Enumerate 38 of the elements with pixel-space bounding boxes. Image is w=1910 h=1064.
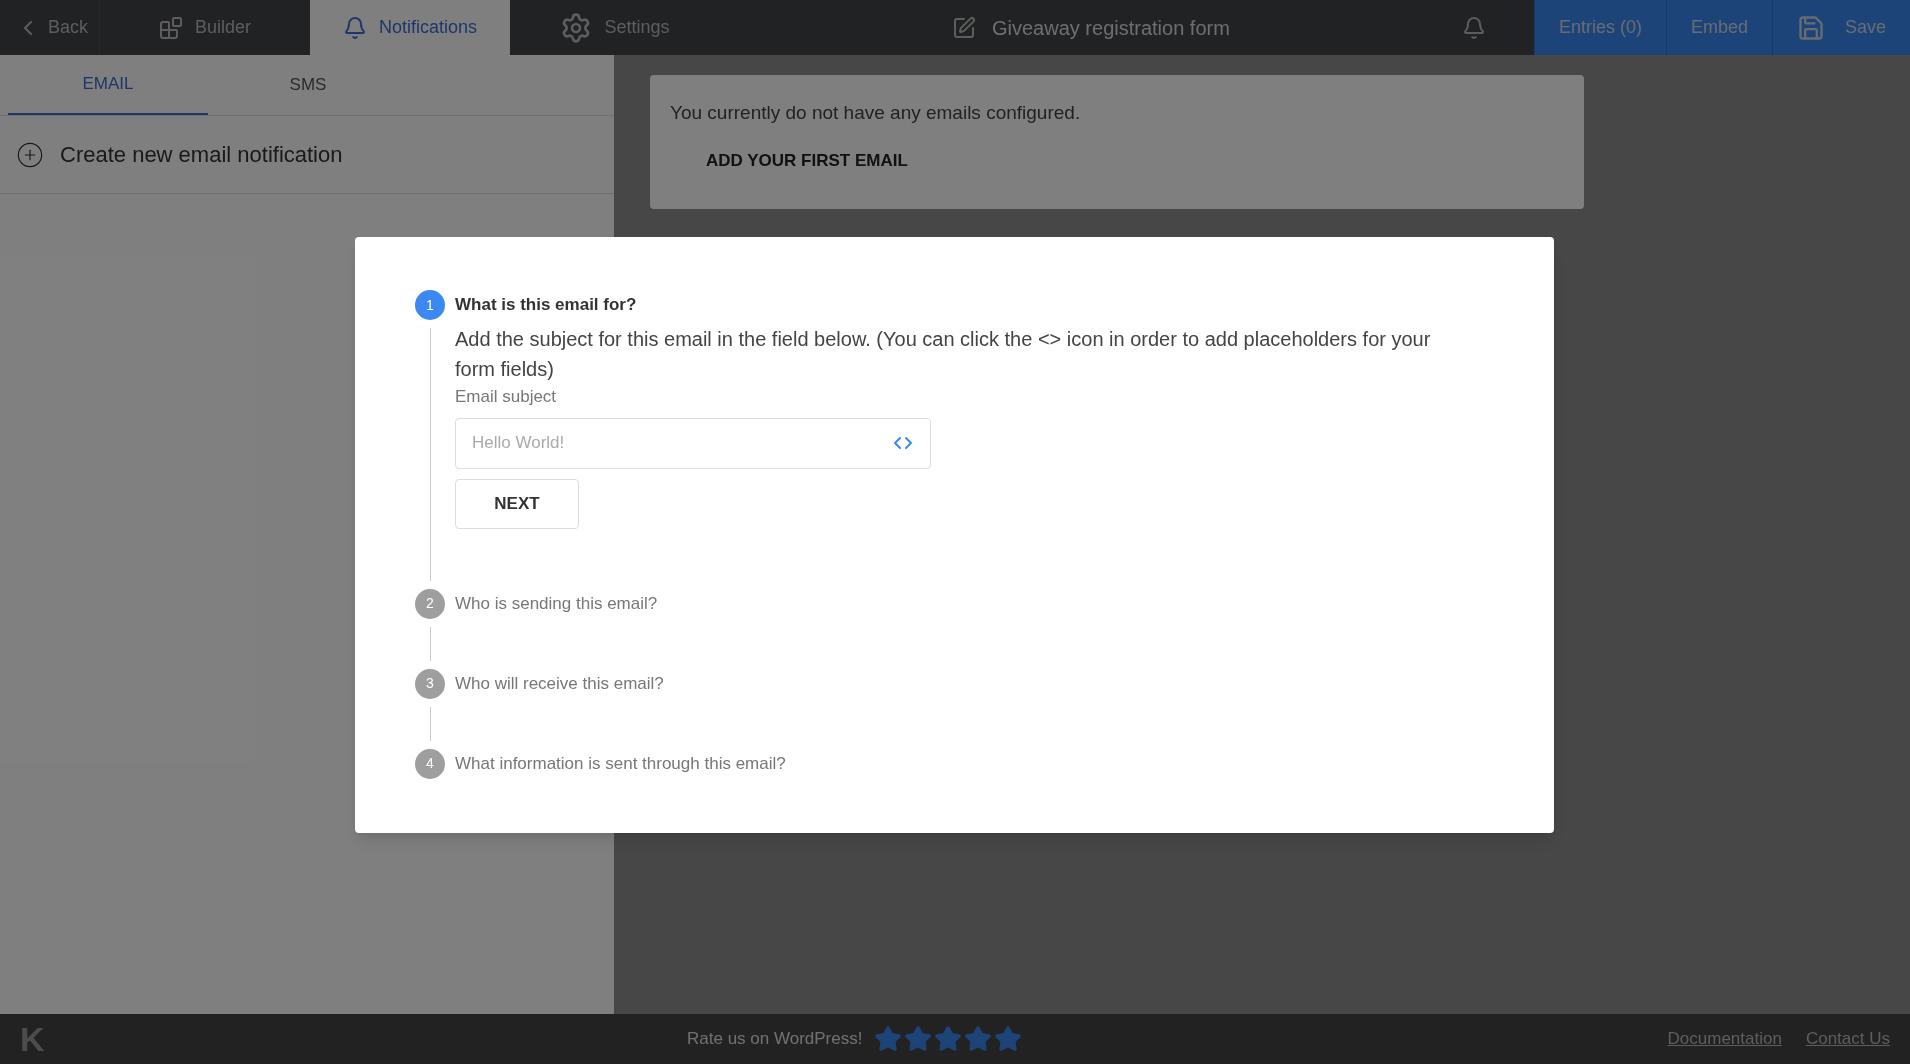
- step-number: 1: [415, 290, 445, 320]
- star-icon[interactable]: [874, 1025, 903, 1053]
- rate-text: Rate us on WordPress!: [687, 1028, 863, 1051]
- footer-link[interactable]: Contact Us: [1805, 1026, 1890, 1052]
- plus-circle-icon: [16, 140, 44, 169]
- step-number: 2: [415, 588, 445, 619]
- bell-icon: [342, 15, 367, 40]
- star-icon[interactable]: [994, 1025, 1023, 1053]
- create-notification-button[interactable]: Create new email notification: [0, 116, 614, 194]
- footer-link[interactable]: Documentation: [1667, 1026, 1782, 1052]
- next-button[interactable]: NEXT: [455, 478, 579, 529]
- channel-tab[interactable]: EMAIL: [8, 55, 208, 115]
- step-description: Add the subject for this email in the field below. (You can click the <> icon in order to add placeholders for your form fields): [455, 327, 1432, 382]
- blocks-icon: [159, 15, 183, 40]
- step-title: What is this email for?: [455, 294, 638, 316]
- save-icon: [1796, 13, 1825, 42]
- nav-tab[interactable]: Builder: [100, 0, 310, 55]
- notice-text: You currently do not have any emails configured.: [670, 101, 1082, 125]
- action-button[interactable]: Entries (0): [1533, 0, 1666, 55]
- nav-tab[interactable]: Settings: [510, 0, 720, 55]
- step-title: Who is sending this email?: [455, 592, 659, 615]
- field-label: Email subject: [455, 386, 558, 408]
- nav-tab[interactable]: Notifications: [310, 0, 510, 55]
- star-icon[interactable]: [904, 1025, 933, 1053]
- form-title: Giveaway registration form: [992, 15, 1230, 41]
- channel-tab[interactable]: SMS: [208, 55, 408, 115]
- edit-icon[interactable]: [952, 15, 976, 40]
- step-title: What information is sent through this email?: [455, 752, 787, 775]
- step-number: 4: [415, 748, 445, 779]
- subject-input-field[interactable]: Hello World!: [455, 417, 931, 469]
- notification-bell-icon[interactable]: [1461, 15, 1486, 40]
- step-number: 3: [415, 668, 445, 699]
- add-email-button[interactable]: ADD YOUR FIRST EMAIL: [706, 147, 908, 173]
- step-title: Who will receive this email?: [455, 672, 665, 695]
- star-icon[interactable]: [934, 1025, 963, 1053]
- action-button[interactable]: Save: [1771, 0, 1910, 55]
- action-button[interactable]: Embed: [1665, 0, 1772, 55]
- star-icon[interactable]: [964, 1025, 993, 1053]
